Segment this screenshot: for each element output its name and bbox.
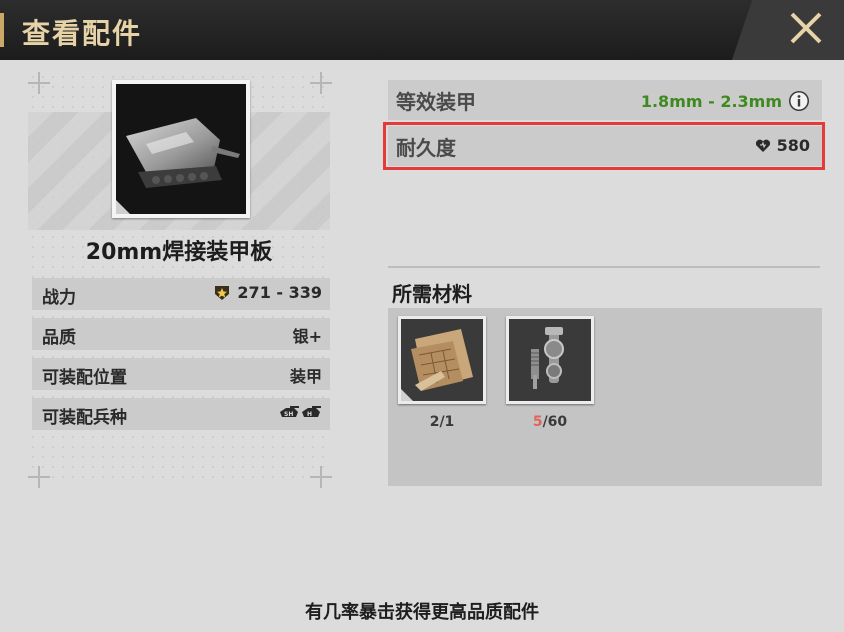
power-star-icon bbox=[215, 285, 230, 300]
power-range: 271 - 339 bbox=[237, 283, 322, 302]
armor-row: 等效装甲 1.8mm - 2.3mm bbox=[388, 80, 822, 120]
corner-plus-icon bbox=[28, 72, 50, 94]
blueprint-icon bbox=[401, 319, 483, 401]
stat-label: 可装配兵种 bbox=[42, 408, 127, 428]
material-count: 5/60 bbox=[506, 414, 594, 430]
item-image bbox=[116, 84, 246, 214]
material-image bbox=[509, 319, 591, 401]
item-image-frame bbox=[112, 80, 250, 218]
stat-label: 可装配位置 bbox=[42, 368, 127, 388]
stat-label: 战力 bbox=[42, 288, 76, 308]
stat-row-quality: 品质 银+ bbox=[32, 318, 330, 350]
header-accent-bar bbox=[0, 13, 4, 47]
info-icon[interactable] bbox=[788, 90, 810, 112]
svg-text:SH: SH bbox=[284, 411, 293, 418]
material-need: /1 bbox=[439, 414, 455, 430]
armor-label: 等效装甲 bbox=[396, 90, 476, 114]
material-card-blueprint[interactable] bbox=[398, 316, 486, 404]
svg-text:H: H bbox=[307, 411, 312, 418]
materials-title: 所需材料 bbox=[392, 282, 472, 306]
material-have: 5 bbox=[532, 414, 543, 430]
part-viewer-window: 查看配件 20mm焊接装甲板 战力 271 - 339 品质 银+ 可装配位置 … bbox=[0, 0, 844, 632]
stat-row-unit-type: 可装配兵种 SH H bbox=[32, 398, 330, 430]
material-card-bolts[interactable] bbox=[506, 316, 594, 404]
rarity-corner bbox=[116, 200, 130, 214]
slot-value: 装甲 bbox=[289, 367, 322, 386]
material-count: 2/1 bbox=[398, 414, 486, 430]
stat-label: 品质 bbox=[42, 328, 76, 348]
stat-row-slot: 可装配位置 装甲 bbox=[32, 358, 330, 390]
page-title: 查看配件 bbox=[22, 17, 143, 50]
stat-value: 271 - 339 bbox=[213, 283, 322, 302]
corner-plus-icon bbox=[310, 466, 332, 488]
corner-plus-icon bbox=[28, 466, 50, 488]
durability-highlight bbox=[383, 122, 825, 170]
item-name: 20mm焊接装甲板 bbox=[85, 240, 273, 265]
corner-plus-icon bbox=[310, 72, 332, 94]
close-x-icon[interactable] bbox=[786, 8, 826, 48]
bolt-parts-icon bbox=[509, 319, 591, 401]
crit-chance-note: 有几率暴击获得更高品质配件 bbox=[305, 602, 539, 623]
material-image bbox=[401, 319, 483, 401]
armor-value-wrap: 1.8mm - 2.3mm bbox=[641, 90, 810, 112]
stat-row-power: 战力 271 - 339 bbox=[32, 278, 330, 310]
armored-vehicle-icon bbox=[126, 118, 240, 188]
armor-value: 1.8mm - 2.3mm bbox=[640, 91, 782, 111]
section-divider bbox=[388, 266, 820, 268]
material-have: 2 bbox=[429, 414, 440, 430]
header: 查看配件 bbox=[0, 0, 844, 60]
quality-value: 银+ bbox=[292, 327, 322, 346]
tank-class-icons: SH H bbox=[280, 406, 321, 418]
tank-class-icons: SH H bbox=[278, 403, 322, 421]
material-need: /60 bbox=[542, 414, 568, 430]
